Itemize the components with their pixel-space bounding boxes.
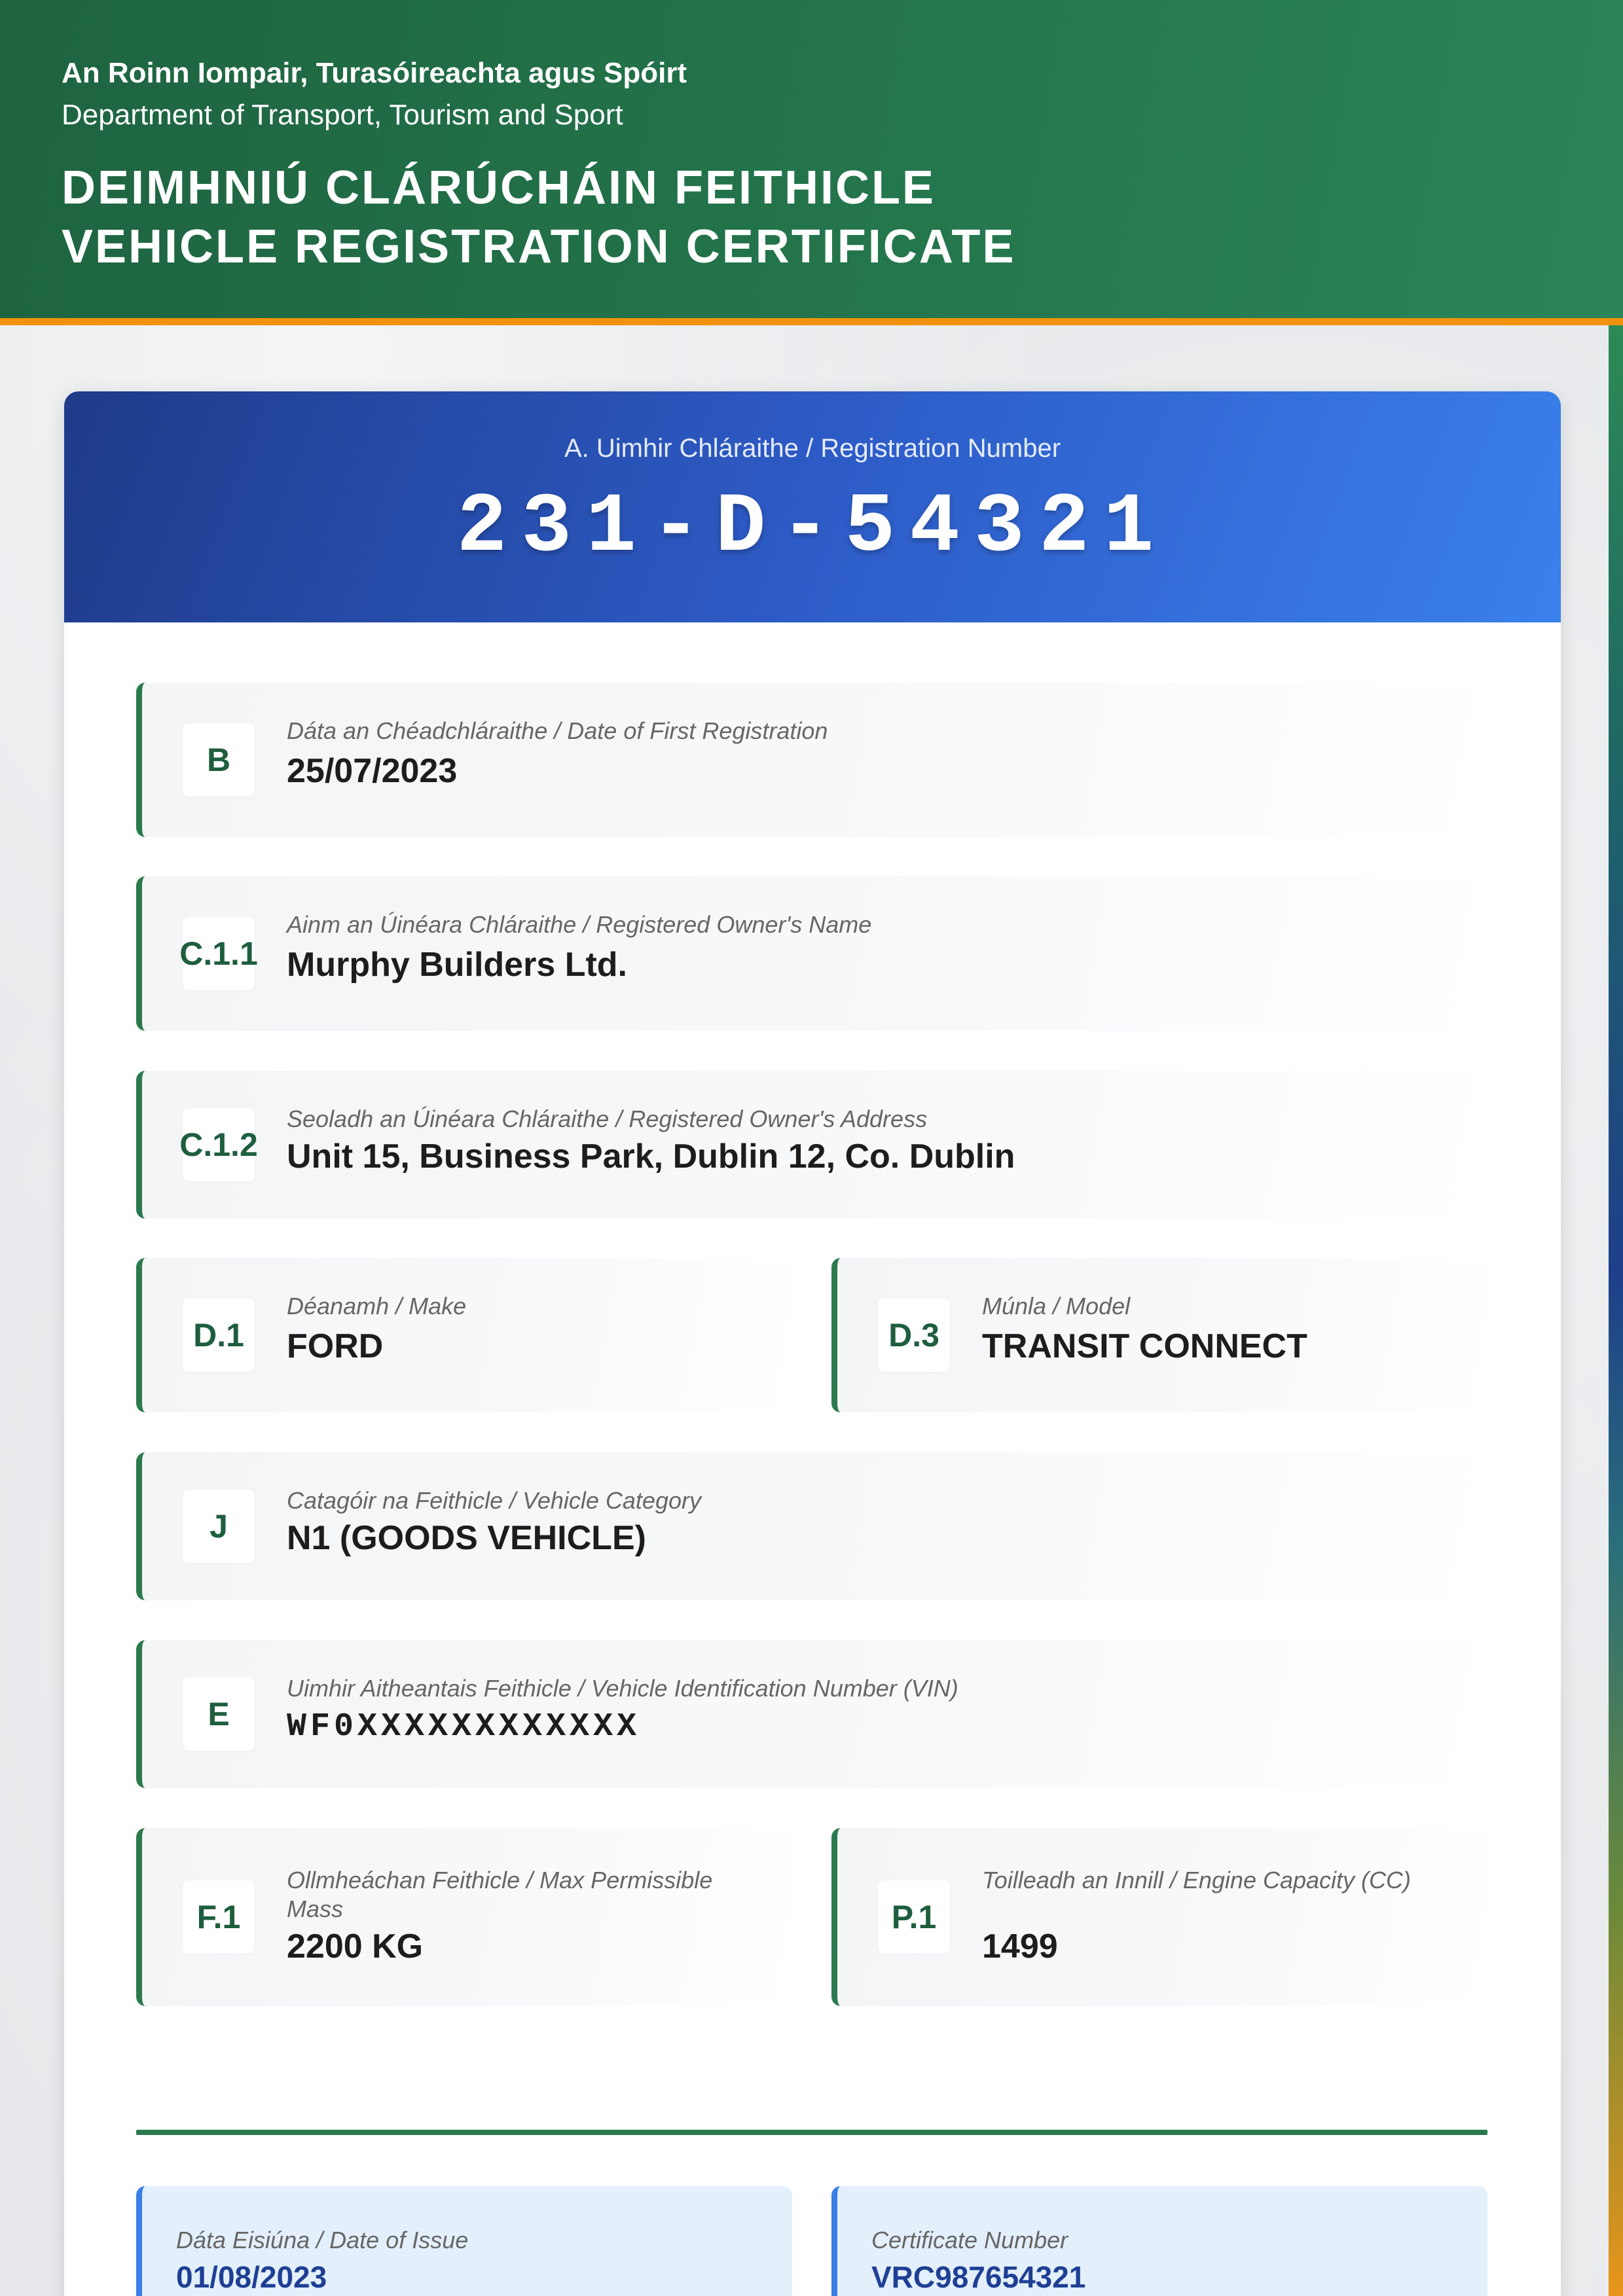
- field-label: Toilleadh an Innill / Engine Capacity (C…: [982, 1867, 1412, 1893]
- field-code: D.3: [878, 1299, 950, 1372]
- field-value: 2200 KG: [287, 1928, 424, 1965]
- side-color-stripe: [1609, 325, 1623, 2296]
- header-accent-bar: [0, 318, 1623, 325]
- certificate-number-box: Certificate Number VRC987654321: [831, 2186, 1487, 2296]
- issue-date-label: Dáta Eisiúna / Date of Issue: [176, 2227, 469, 2253]
- field-owner-name: C.1.1 Ainm an Úinéara Chláraithe / Regis…: [136, 876, 1487, 1031]
- field-make: D.1 Déanamh / Make FORD: [136, 1258, 792, 1412]
- field-label: Catagóir na Feithicle / Vehicle Category: [287, 1487, 701, 1514]
- certificate-header: An Roinn Iompair, Turasóireachta agus Sp…: [0, 0, 1623, 319]
- field-code: D.1: [183, 1299, 255, 1372]
- registration-banner: A. Uimhir Chláraithe / Registration Numb…: [64, 391, 1561, 622]
- field-vin: E Uimhir Aitheantais Feithicle / Vehicle…: [136, 1640, 1487, 1788]
- certificate-card: A. Uimhir Chláraithe / Registration Numb…: [64, 391, 1561, 2296]
- field-label: Seoladh an Úinéara Chláraithe / Register…: [287, 1105, 928, 1132]
- certificate-number-label: Certificate Number: [871, 2227, 1068, 2253]
- field-model: D.3 Múnla / Model TRANSIT CONNECT: [831, 1258, 1487, 1412]
- section-divider: [136, 2130, 1487, 2135]
- field-label: Déanamh / Make: [287, 1293, 467, 1319]
- field-first-registration-date: B Dáta an Chéadchláraithe / Date of Firs…: [136, 683, 1487, 837]
- field-code: C.1.2: [179, 1108, 258, 1181]
- department-name-irish: An Roinn Iompair, Turasóireachta agus Sp…: [62, 57, 687, 89]
- department-name-english: Department of Transport, Tourism and Spo…: [62, 99, 623, 131]
- field-value: TRANSIT CONNECT: [982, 1327, 1307, 1365]
- field-label: Dáta an Chéadchláraithe / Date of First …: [287, 717, 828, 744]
- field-code: P.1: [878, 1880, 950, 1954]
- field-value: 1499: [982, 1928, 1058, 1965]
- certificate-number-value: VRC987654321: [871, 2260, 1086, 2294]
- field-code: F.1: [183, 1880, 255, 1954]
- field-label: Múnla / Model: [982, 1293, 1131, 1319]
- field-value: 25/07/2023: [287, 752, 458, 790]
- field-code: B: [183, 723, 255, 797]
- field-value: WF0XXXXXXXXXXXX: [287, 1708, 641, 1746]
- field-code: J: [183, 1490, 255, 1563]
- field-code: C.1.1: [179, 917, 258, 990]
- issue-date-box: Dáta Eisiúna / Date of Issue 01/08/2023: [136, 2186, 792, 2296]
- field-label: Ainm an Úinéara Chláraithe / Registered …: [287, 911, 872, 938]
- field-value: Murphy Builders Ltd.: [287, 946, 627, 984]
- field-owner-address: C.1.2 Seoladh an Úinéara Chláraithe / Re…: [136, 1071, 1487, 1219]
- field-engine-capacity: P.1 Toilleadh an Innill / Engine Capacit…: [831, 1828, 1487, 2006]
- field-code: E: [183, 1677, 255, 1751]
- field-value: N1 (GOODS VEHICLE): [287, 1519, 646, 1557]
- field-label: Uimhir Aitheantais Feithicle / Vehicle I…: [287, 1675, 958, 1702]
- field-max-mass: F.1 Ollmheáchan Feithicle / Max Permissi…: [136, 1828, 792, 2006]
- registration-number-label: A. Uimhir Chláraithe / Registration Numb…: [564, 434, 1061, 463]
- field-value: FORD: [287, 1327, 384, 1365]
- certificate-title-irish: DEIMHNIÚ CLÁRÚCHÁIN FEITHICLE: [62, 162, 936, 214]
- field-vehicle-category: J Catagóir na Feithicle / Vehicle Catego…: [136, 1452, 1487, 1600]
- registration-number: 231-D-54321: [456, 480, 1169, 575]
- field-label: Ollmheáchan Feithicle / Max Permissible …: [287, 1867, 713, 1922]
- field-value: Unit 15, Business Park, Dublin 12, Co. D…: [287, 1138, 1015, 1175]
- issue-date-value: 01/08/2023: [176, 2260, 327, 2294]
- certificate-title-english: VEHICLE REGISTRATION CERTIFICATE: [62, 221, 1016, 273]
